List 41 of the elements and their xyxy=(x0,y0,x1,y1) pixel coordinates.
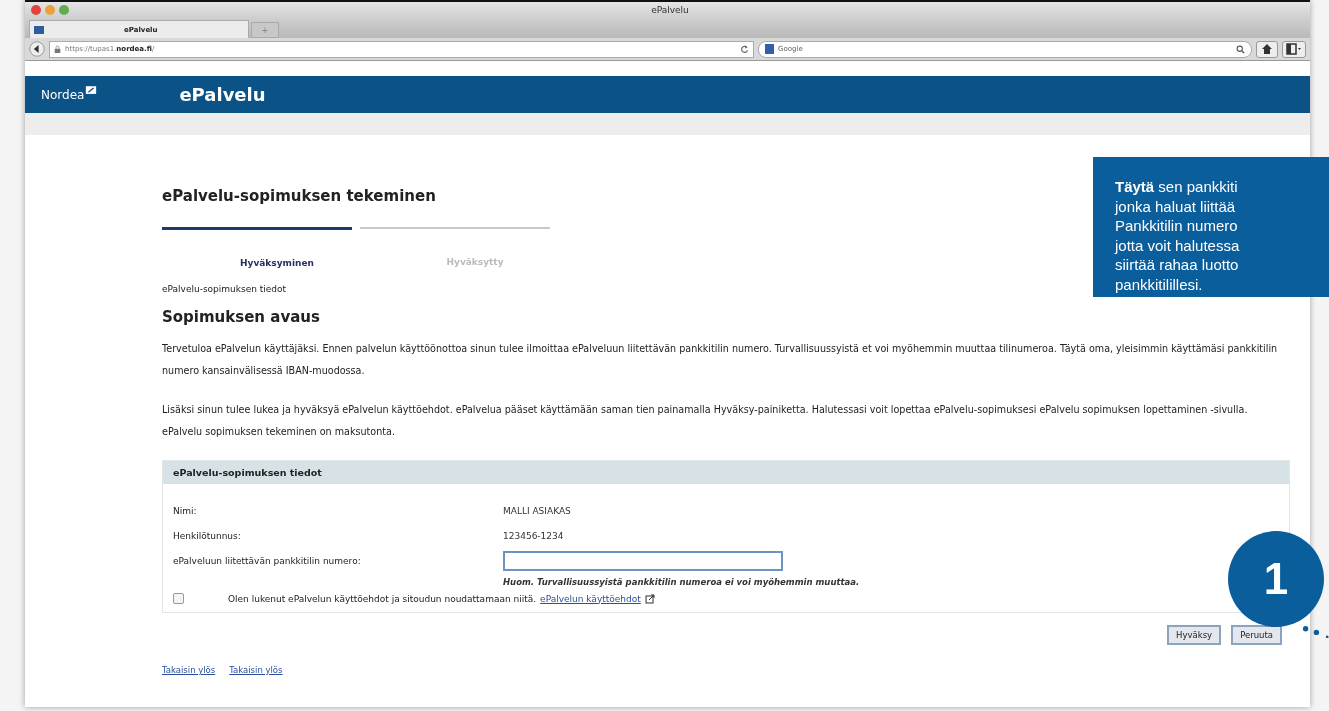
field-label: Henkilötunnus: xyxy=(173,530,242,541)
paragraph: Tervetuloa ePalvelun käyttäjäksi. Ennen palvelun käyttöönottoa sinun tulee ilmoittaa ePalveluun liitettävän pankkitilin numero. Turvallisuussyistä et voi myöhemmin muuttaa tilinumeroa. Täytä oma, yleisimmin käyttämäsi pankkitilin numero kansainvälisessä IBAN-muodossa. xyxy=(162,342,1279,378)
form-button[interactable]: Hyväksy xyxy=(1167,625,1222,645)
search-icon xyxy=(1236,44,1245,54)
paragraph: Lisäksi sinun tulee lukea ja hyväksyä ePalvelun käyttöehdot. ePalvelua pääset käyttämään saman tien painamalla Hyväksy-painiketta. Halutessasi voit lopettaa ePalvelu-sopimuksesi ePalvelu sopimuksen lopettaminen -sivulla. ePalvelu sopimuksen tekeminen on maksutonta. xyxy=(162,403,1249,439)
terms-text: Olen lukenut ePalvelun käyttöehdot ja sitoudun noudattamaan niitä. xyxy=(228,593,537,604)
back-to-top-link[interactable]: Takaisin ylös xyxy=(162,665,216,675)
terms-checkbox[interactable] xyxy=(173,593,184,604)
section-title: Sopimuksen avaus xyxy=(162,308,320,326)
lock-icon xyxy=(54,44,61,54)
field-label: ePalveluun liitettävän pankkitilin numero: xyxy=(173,555,362,566)
back-to-top-link[interactable]: Takaisin ylös xyxy=(229,665,283,675)
step-label: Hyväksytty xyxy=(445,257,505,267)
warning-note: Huom. Turvallisuussyistä pankkitilin numeroa ei voi myöhemmin muuttaa. xyxy=(503,577,860,587)
field-label: Nimi: xyxy=(173,505,198,516)
step-label: Hyväksyminen xyxy=(239,258,315,268)
field-value: MALLI ASIAKAS xyxy=(503,505,571,516)
account-number-input[interactable] xyxy=(503,550,783,571)
dotted-line xyxy=(1302,625,1329,638)
zoom-icon[interactable] xyxy=(59,5,69,15)
form-button[interactable]: Peruuta xyxy=(1231,625,1282,645)
page-title: ePalvelu-sopimuksen tekeminen xyxy=(162,187,436,205)
field-value: 123456-1234 xyxy=(503,530,564,541)
favicon-icon xyxy=(34,25,44,34)
close-icon[interactable] xyxy=(31,5,41,15)
callout-text: Täytä sen pankkiti jonka haluat liittää Pankkitilin numero jotta voit halutessa siirtää rahaa luotto pankkitilillesi. xyxy=(1115,177,1241,294)
toolbar-menu-button[interactable] xyxy=(1282,40,1306,58)
breadcrumb: ePalvelu-sopimuksen tiedot xyxy=(162,284,287,294)
logo[interactable]: Nordea xyxy=(41,87,85,102)
home-icon xyxy=(1261,43,1273,55)
minimize-icon[interactable] xyxy=(45,5,55,15)
flag-icon xyxy=(85,85,98,96)
home-button[interactable] xyxy=(1256,40,1278,58)
panel-header: ePalvelu-sopimuksen tiedot xyxy=(163,461,1289,484)
back-icon[interactable] xyxy=(29,41,45,57)
sidebar-icon xyxy=(1286,43,1302,55)
window-title: ePalvelu xyxy=(650,5,690,15)
site-title: ePalvelu xyxy=(179,84,266,105)
external-link-icon xyxy=(644,593,655,604)
terms-link[interactable]: ePalvelun käyttöehdot xyxy=(540,593,641,604)
reload-icon[interactable] xyxy=(740,44,749,54)
